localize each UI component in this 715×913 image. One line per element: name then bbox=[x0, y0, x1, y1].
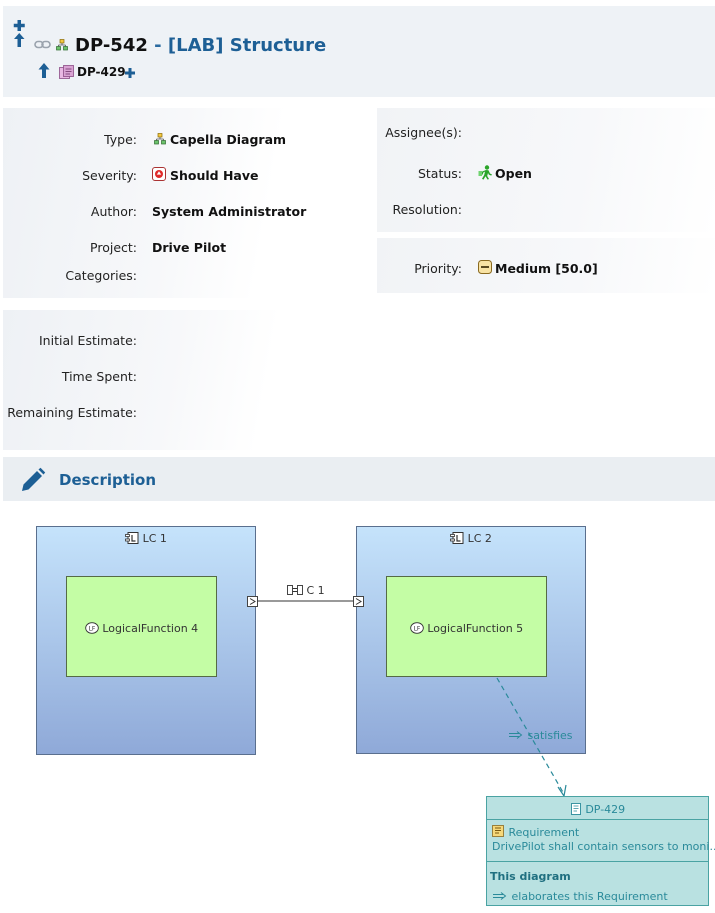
logical-component-icon bbox=[125, 532, 139, 544]
parent-issue-link[interactable]: DP-429 bbox=[77, 65, 126, 79]
resolution-label: Resolution: bbox=[392, 202, 462, 217]
estimates-panel bbox=[3, 310, 375, 450]
logical-function-5[interactable]: LF LogicalFunction 5 bbox=[386, 576, 547, 677]
lf5-label-wrap: LF LogicalFunction 5 bbox=[387, 622, 546, 635]
logical-function-icon: LF bbox=[85, 622, 99, 634]
req-relation-row: elaborates this Requirement bbox=[492, 890, 668, 903]
issue-title: DP-542 - [LAB] Structure bbox=[75, 35, 326, 56]
description-title: Description bbox=[59, 471, 157, 489]
author-value: System Administrator bbox=[152, 204, 307, 219]
priority-label: Priority: bbox=[414, 261, 462, 276]
req-divider-bottom bbox=[487, 861, 708, 862]
status-open-icon bbox=[478, 165, 492, 180]
logical-component-lc2[interactable]: LC 2 LF LogicalFunction 5 bbox=[356, 526, 586, 754]
input-port-lc2[interactable] bbox=[353, 596, 364, 607]
requirement-type-icon bbox=[59, 65, 74, 79]
logical-function-4[interactable]: LF LogicalFunction 4 bbox=[66, 576, 217, 677]
satisfies-label[interactable]: satisfies bbox=[508, 729, 573, 742]
assignee-label: Assignee(s): bbox=[385, 125, 462, 140]
issue-header: DP-542 - [LAB] Structure DP-429 bbox=[3, 6, 715, 97]
requirement-box-dp429[interactable]: DP-429 Requirement DrivePilot shall cont… bbox=[486, 796, 715, 906]
req-type-row: Requirement bbox=[492, 825, 579, 839]
add-child-icon[interactable] bbox=[125, 68, 135, 78]
title-separator: - bbox=[154, 35, 162, 56]
relation-arrow-icon bbox=[493, 892, 507, 900]
description-header: Description bbox=[3, 457, 715, 501]
initial-estimate-label: Initial Estimate: bbox=[39, 333, 137, 348]
req-title: DP-429 bbox=[487, 803, 708, 816]
relation-arrow-icon bbox=[509, 731, 523, 739]
project-label: Project: bbox=[90, 240, 137, 255]
status-label: Status: bbox=[417, 166, 462, 181]
categories-label: Categories: bbox=[65, 268, 137, 283]
issue-summary: [LAB] Structure bbox=[167, 35, 327, 56]
lf5-label: LogicalFunction 5 bbox=[427, 622, 524, 635]
lf4-label-wrap: LF LogicalFunction 4 bbox=[67, 622, 216, 635]
capella-diagram-icon bbox=[154, 133, 166, 145]
req-type-text: Requirement bbox=[508, 826, 580, 839]
severity-label: Severity: bbox=[82, 168, 137, 183]
lf4-label: LogicalFunction 4 bbox=[102, 622, 199, 635]
priority-value: Medium [50.0] bbox=[495, 261, 598, 276]
add-parent-icon[interactable] bbox=[13, 20, 27, 50]
satisfies-arrowhead bbox=[557, 784, 567, 798]
parent-up-arrow-icon[interactable] bbox=[38, 63, 50, 79]
project-value: Drive Pilot bbox=[152, 240, 227, 255]
svg-text:LF: LF bbox=[413, 625, 420, 632]
lc1-title: LC 1 bbox=[37, 532, 255, 545]
lc2-title-text: LC 2 bbox=[467, 532, 492, 545]
exchange-c1-label[interactable]: C 1 bbox=[287, 584, 325, 597]
severity-value: Should Have bbox=[170, 168, 259, 183]
req-description: DrivePilot shall contain sensors to moni… bbox=[492, 840, 715, 853]
capella-diagram-icon bbox=[56, 39, 68, 51]
component-exchange-icon bbox=[287, 585, 303, 595]
lc1-title-text: LC 1 bbox=[142, 532, 167, 545]
satisfies-text: satisfies bbox=[527, 729, 573, 742]
remaining-estimate-label: Remaining Estimate: bbox=[7, 405, 137, 420]
req-divider-top bbox=[487, 819, 708, 820]
requirement-type-icon bbox=[492, 825, 504, 837]
author-label: Author: bbox=[90, 204, 137, 219]
priority-medium-icon bbox=[478, 260, 492, 274]
req-section-title: This diagram bbox=[490, 870, 571, 883]
port-arrow-icon bbox=[249, 598, 256, 605]
severity-icon bbox=[152, 167, 166, 181]
output-port-lc1[interactable] bbox=[247, 596, 258, 607]
logical-function-icon: LF bbox=[410, 622, 424, 634]
req-relation-text: elaborates this Requirement bbox=[511, 890, 668, 903]
exchange-c1-text: C 1 bbox=[306, 584, 325, 597]
status-value: Open bbox=[495, 166, 532, 181]
time-spent-label: Time Spent: bbox=[61, 369, 137, 384]
issue-key: DP-542 bbox=[75, 35, 148, 56]
req-title-text: DP-429 bbox=[585, 803, 626, 816]
port-arrow-icon bbox=[355, 598, 362, 605]
svg-text:LF: LF bbox=[88, 625, 95, 632]
logical-component-lc1[interactable]: LC 1 LF LogicalFunction 4 bbox=[36, 526, 256, 755]
pencil-icon[interactable] bbox=[20, 467, 46, 493]
logical-component-icon bbox=[450, 532, 464, 544]
lc2-title: LC 2 bbox=[357, 532, 585, 545]
link-icon[interactable] bbox=[34, 40, 52, 50]
type-label: Type: bbox=[104, 132, 137, 147]
type-value: Capella Diagram bbox=[170, 132, 287, 147]
requirement-icon bbox=[570, 803, 581, 815]
